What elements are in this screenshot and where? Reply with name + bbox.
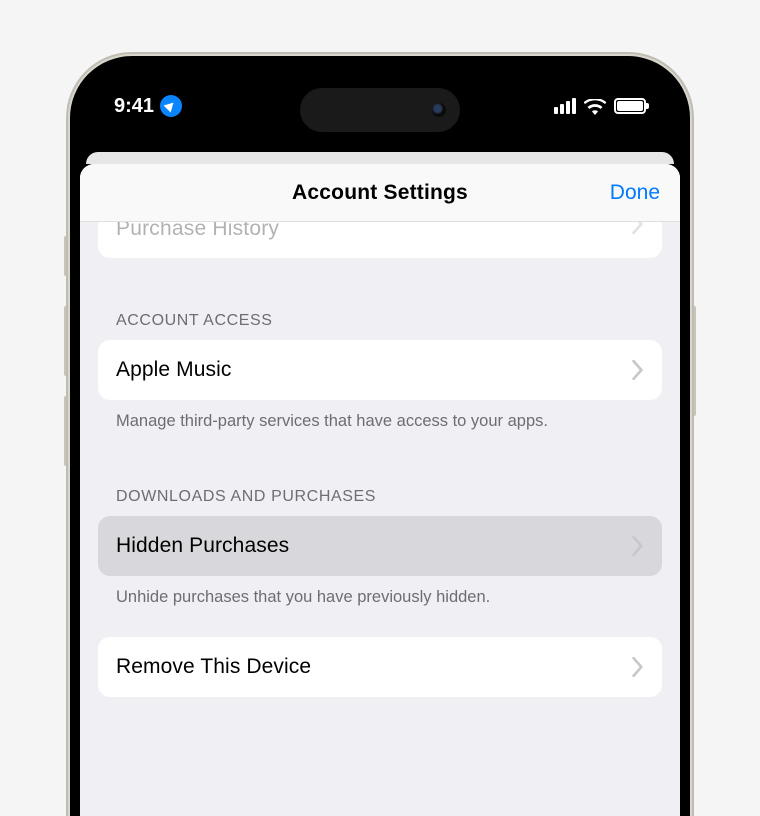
hidden-purchases-label: Hidden Purchases [116,534,289,558]
chevron-right-icon [632,657,644,677]
status-time: 9:41 [114,95,154,118]
purchase-history-label: Purchase History [116,222,279,236]
apple-music-label: Apple Music [116,358,231,382]
wifi-icon [584,98,606,114]
modal-title: Account Settings [292,181,468,205]
screen: 9:41 Account Sett [80,66,680,816]
done-button[interactable]: Done [610,181,660,205]
status-right [554,98,646,114]
volume-up-button [64,306,68,376]
location-services-icon [160,95,182,117]
hidden-purchases-row[interactable]: Hidden Purchases [98,516,662,576]
battery-icon [614,98,646,114]
modal-sheet: Account Settings Done Purchase History A… [80,164,680,816]
mute-switch [64,236,68,276]
front-camera [432,103,446,117]
phone-frame: 9:41 Account Sett [70,56,690,816]
account-access-footer: Manage third-party services that have ac… [98,400,662,432]
power-button [692,306,696,416]
volume-down-button [64,396,68,466]
iphone-device: 9:41 Account Sett [70,56,690,816]
downloads-purchases-header: DOWNLOADS AND PURCHASES [98,488,662,516]
purchase-history-row[interactable]: Purchase History [98,222,662,258]
downloads-purchases-footer: Unhide purchases that you have previousl… [98,576,662,608]
account-access-header: ACCOUNT ACCESS [98,312,662,340]
status-left: 9:41 [114,95,182,118]
remove-this-device-label: Remove This Device [116,655,311,679]
cellular-signal-icon [554,98,576,114]
dynamic-island [300,88,460,132]
chevron-right-icon [632,536,644,556]
background-sheet [86,152,674,164]
chevron-right-icon [632,360,644,380]
modal-header: Account Settings Done [80,164,680,222]
remove-this-device-row[interactable]: Remove This Device [98,637,662,697]
apple-music-row[interactable]: Apple Music [98,340,662,400]
scroll-content[interactable]: Purchase History ACCOUNT ACCESS Apple Mu… [80,222,680,697]
chevron-right-icon [632,222,644,234]
